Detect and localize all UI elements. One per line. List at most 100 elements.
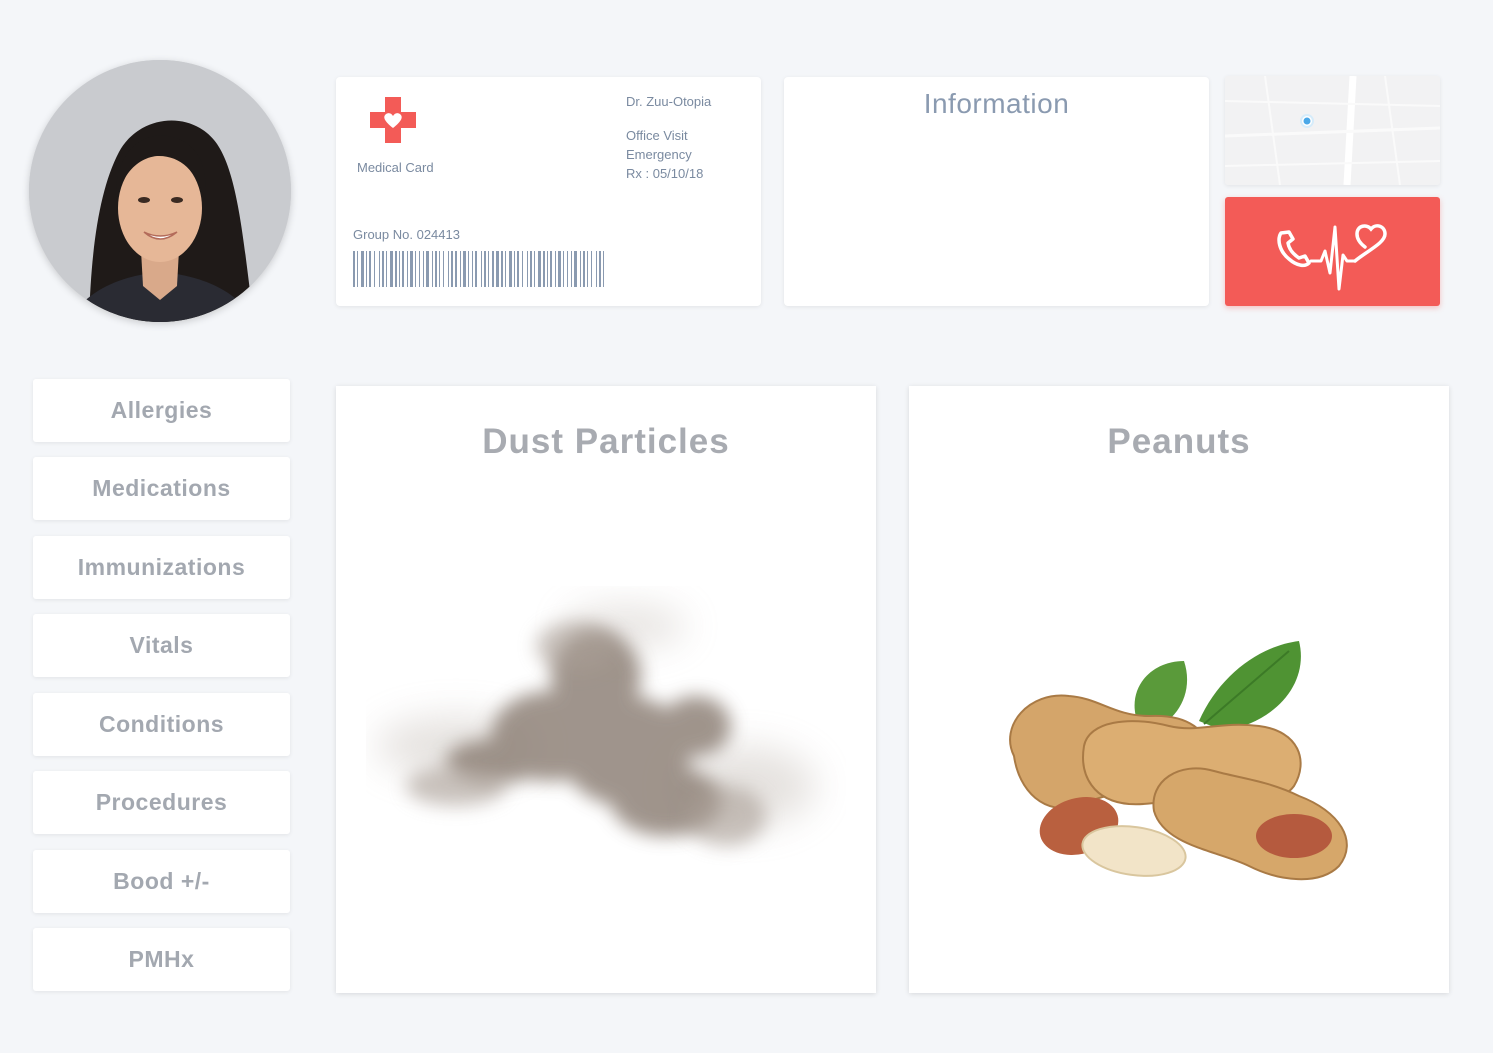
allergy-title-dust: Dust Particles <box>482 422 730 461</box>
barcode-bar <box>530 251 532 287</box>
barcode-bar <box>599 251 601 287</box>
barcode-bar <box>361 251 364 287</box>
sidebar-item-medications[interactable]: Medications <box>33 457 290 520</box>
visit-details: Office Visit Emergency Rx : 05/10/18 <box>626 126 703 183</box>
sidebar-item-label: Immunizations <box>77 554 246 580</box>
barcode <box>353 251 604 287</box>
barcode-bar <box>543 251 545 287</box>
barcode-bar <box>443 251 444 287</box>
visit-type: Office Visit <box>626 128 688 143</box>
barcode-bar <box>514 251 515 287</box>
barcode-bar <box>567 251 568 287</box>
barcode-bar <box>374 251 375 287</box>
barcode-bar <box>571 251 572 287</box>
barcode-bar <box>580 251 581 287</box>
medical-card-title: Medical Card <box>357 160 434 175</box>
barcode-bar <box>402 251 404 287</box>
barcode-bar <box>475 251 477 287</box>
barcode-bar <box>366 251 367 287</box>
barcode-bar <box>538 251 541 287</box>
barcode-bar <box>395 251 397 287</box>
barcode-bar <box>484 251 486 287</box>
visit-priority: Emergency <box>626 147 692 162</box>
barcode-bar <box>472 251 473 287</box>
dust-cloud-image <box>376 606 816 846</box>
barcode-bar <box>488 251 489 287</box>
barcode-bar <box>369 251 371 287</box>
barcode-bar <box>481 251 482 287</box>
location-pin-icon <box>1300 114 1314 128</box>
map-tiles <box>1225 76 1440 185</box>
barcode-bar <box>410 251 413 287</box>
sidebar-item-label: Conditions <box>98 711 225 737</box>
barcode-bar <box>382 251 384 287</box>
sidebar-item-blood[interactable]: Bood +/- <box>33 850 290 913</box>
sidebar-item-immunizations[interactable]: Immunizations <box>33 536 290 599</box>
allergy-card-dust[interactable] <box>336 386 876 993</box>
barcode-bar <box>451 251 453 287</box>
barcode-bar <box>455 251 457 287</box>
sidebar-item-allergies[interactable]: Allergies <box>33 379 290 442</box>
medical-cross-heart-icon <box>370 97 416 143</box>
barcode-bar <box>426 251 429 287</box>
sidebar-item-conditions[interactable]: Conditions <box>33 693 290 756</box>
barcode-bar <box>399 251 400 287</box>
phone-heartbeat-icon <box>1277 224 1387 291</box>
location-map[interactable] <box>1225 76 1440 185</box>
barcode-bar <box>505 251 506 287</box>
doctor-name: Dr. Zuu-Otopia <box>626 94 712 109</box>
patient-avatar <box>29 60 291 322</box>
barcode-bar <box>423 251 424 287</box>
barcode-bar <box>415 251 416 287</box>
barcode-bar <box>432 251 433 287</box>
barcode-bar <box>353 251 355 287</box>
barcode-bar <box>419 251 420 287</box>
barcode-bar <box>390 251 393 287</box>
barcode-bar <box>558 251 561 287</box>
barcode-bar <box>357 251 358 287</box>
sidebar-item-label: Medications <box>92 475 231 501</box>
emergency-call-button[interactable] <box>1225 197 1440 306</box>
barcode-bar <box>547 251 548 287</box>
barcode-bar <box>596 251 597 287</box>
barcode-bar <box>379 251 380 287</box>
patient-photo <box>29 60 291 322</box>
barcode-bar <box>587 251 588 287</box>
sidebar-item-procedures[interactable]: Procedures <box>33 771 290 834</box>
barcode-bar <box>407 251 408 287</box>
sidebar-item-label: Vitals <box>129 632 194 658</box>
barcode-bar <box>496 251 499 287</box>
sidebar-item-label: Allergies <box>110 397 213 423</box>
information-title: Information <box>923 88 1070 119</box>
barcode-bar <box>492 251 494 287</box>
rx-date: Rx : 05/10/18 <box>626 166 704 181</box>
barcode-bar <box>555 251 556 287</box>
sidebar-item-vitals[interactable]: Vitals <box>33 614 290 677</box>
barcode-bar <box>522 251 523 287</box>
peanuts-image <box>1009 641 1348 881</box>
barcode-bar <box>448 251 449 287</box>
barcode-bar <box>563 251 564 287</box>
barcode-bar <box>501 251 503 287</box>
barcode-bar <box>468 251 469 287</box>
allergy-card-peanuts[interactable] <box>909 386 1449 993</box>
barcode-bar <box>534 251 535 287</box>
barcode-bar <box>583 251 585 287</box>
barcode-bar <box>460 251 461 287</box>
barcode-bar <box>591 251 592 287</box>
barcode-bar <box>463 251 466 287</box>
barcode-bar <box>603 251 604 287</box>
sidebar-item-label: Bood +/- <box>113 868 210 894</box>
barcode-bar <box>550 251 552 287</box>
barcode-bar <box>435 251 437 287</box>
sidebar-item-label: Procedures <box>95 789 228 815</box>
barcode-bar <box>386 251 387 287</box>
barcode-bar <box>574 251 577 287</box>
barcode-bar <box>509 251 512 287</box>
sidebar-item-pmhx[interactable]: PMHx <box>33 928 290 991</box>
barcode-bar <box>527 251 528 287</box>
barcode-bar <box>517 251 519 287</box>
barcode-bar <box>439 251 440 287</box>
group-number: Group No. 024413 <box>353 227 460 242</box>
sidebar-item-label: PMHx <box>128 946 195 972</box>
